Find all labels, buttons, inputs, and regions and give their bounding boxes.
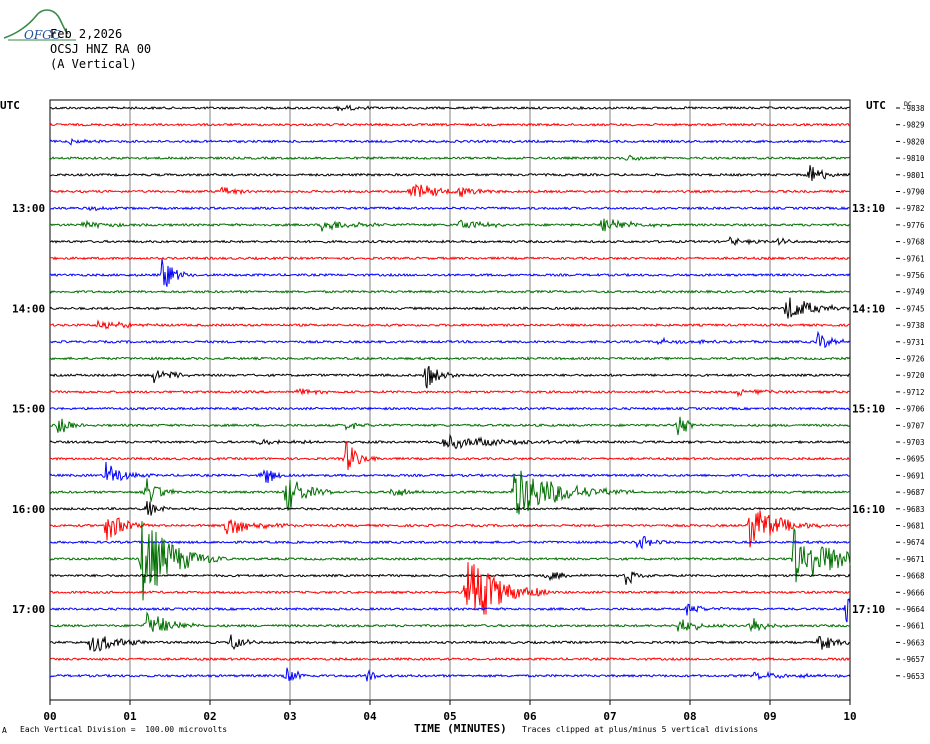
left-time-label: 13:00 bbox=[12, 202, 45, 215]
dc-offset-label: -9829 bbox=[902, 121, 925, 130]
right-time-label: 13:10 bbox=[852, 202, 885, 215]
dc-offset-label: -9661 bbox=[902, 622, 925, 631]
dc-offset-label: -9782 bbox=[902, 204, 925, 213]
scale-note: Each Vertical Division = 100.00 microvol… bbox=[20, 725, 228, 734]
dc-offset-label: -9761 bbox=[902, 254, 925, 263]
dc-offset-label: -9664 bbox=[902, 605, 925, 614]
dc-offset-label: -9731 bbox=[902, 338, 925, 347]
left-time-label: 14:00 bbox=[12, 302, 45, 315]
right-time-label: 14:10 bbox=[852, 302, 885, 315]
x-tick-label: 08 bbox=[683, 710, 696, 723]
corner-mark: A bbox=[2, 726, 7, 735]
dc-offset-label: -9666 bbox=[902, 588, 925, 597]
left-time-label: 15:00 bbox=[12, 403, 45, 416]
dc-offset-label: -9687 bbox=[902, 488, 925, 497]
dc-offset-label: -9801 bbox=[902, 171, 925, 180]
dc-offset-label: -9820 bbox=[902, 137, 925, 146]
dc-offset-label: -9706 bbox=[902, 405, 925, 414]
dc-offset-label: -9657 bbox=[902, 655, 925, 664]
dc-offset-label: -9726 bbox=[902, 355, 925, 364]
x-tick-label: 00 bbox=[43, 710, 56, 723]
x-tick-label: 03 bbox=[283, 710, 296, 723]
x-tick-label: 10 bbox=[843, 710, 856, 723]
dc-offset-label: -9695 bbox=[902, 455, 925, 464]
dc-offset-label: -9671 bbox=[902, 555, 925, 564]
dc-offset-label: -9712 bbox=[902, 388, 925, 397]
dc-offset-label: -9738 bbox=[902, 321, 925, 330]
dc-offset-label: -9683 bbox=[902, 505, 925, 514]
x-tick-label: 02 bbox=[203, 710, 216, 723]
helicorder-chart: 00 01 02 03 04 05 06 07 08 09 10-9838-9829-9820-98… bbox=[12, 99, 925, 723]
x-axis-title: TIME (MINUTES) bbox=[414, 722, 507, 735]
dc-offset-label: -9703 bbox=[902, 438, 925, 447]
x-tick-label: 09 bbox=[763, 710, 776, 723]
x-tick-label: 06 bbox=[523, 710, 537, 723]
dc-offset-label: -9810 bbox=[902, 154, 925, 163]
dc-label: DC bbox=[904, 100, 912, 108]
dc-offset-label: -9790 bbox=[902, 188, 925, 197]
clip-note: Traces clipped at plus/minus 5 vertical … bbox=[522, 725, 759, 734]
dc-offset-label: -9707 bbox=[902, 421, 925, 430]
right-time-label: 17:10 bbox=[852, 603, 885, 616]
dc-offset-label: -9720 bbox=[902, 371, 925, 380]
dc-offset-label: -9756 bbox=[902, 271, 925, 280]
dc-offset-label: -9674 bbox=[902, 538, 925, 547]
dc-offset-label: -9668 bbox=[902, 572, 925, 581]
dc-offset-label: -9745 bbox=[902, 304, 925, 313]
left-time-label: 16:00 bbox=[12, 503, 45, 516]
dc-offset-label: -9768 bbox=[902, 238, 925, 247]
dc-offset-label: -9749 bbox=[902, 288, 925, 297]
x-tick-label: 07 bbox=[603, 710, 616, 723]
right-time-label: 16:10 bbox=[852, 503, 885, 516]
dc-offset-label: -9653 bbox=[902, 672, 925, 681]
dc-offset-label: -9663 bbox=[902, 638, 925, 647]
dc-offset-label: -9776 bbox=[902, 221, 925, 230]
dc-offset-label: -9691 bbox=[902, 471, 925, 480]
right-time-label: 15:10 bbox=[852, 403, 885, 416]
dc-offset-label: -9681 bbox=[902, 522, 925, 531]
x-tick-label: 04 bbox=[363, 710, 377, 723]
x-tick-label: 01 bbox=[123, 710, 137, 723]
left-time-label: 17:00 bbox=[12, 603, 45, 616]
